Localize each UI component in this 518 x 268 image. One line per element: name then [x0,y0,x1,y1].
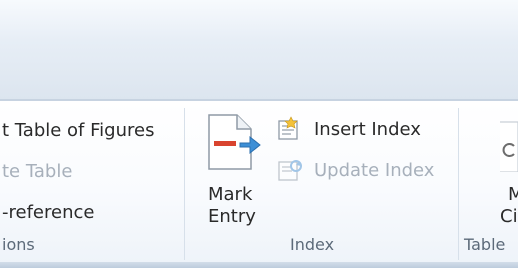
ribbon-bottom-border [0,262,518,268]
insert-index-icon [278,116,298,140]
insert-index-button[interactable]: Insert Index [276,116,456,144]
table-of-authorities-group-label: Table [464,235,506,254]
group-separator [458,108,459,260]
mark-citation-button[interactable]: M Ci [470,112,518,230]
mark-entry-label-line1: Mark [208,184,253,205]
ribbon-tab-area [0,0,518,100]
mark-entry-icon [208,114,261,170]
group-separator [184,108,185,260]
insert-table-of-figures-button[interactable]: t Table of Figures [2,120,154,142]
mark-citation-label-line1: M [508,184,518,205]
mark-citation-label-line2: Ci [500,206,518,227]
update-index-button[interactable]: Update Index [276,157,456,185]
captions-group-label: ions [2,235,35,254]
mark-citation-icon [500,121,518,172]
update-index-icon [278,160,302,181]
index-group-label: Index [290,235,335,254]
mark-entry-label-line2: Entry [208,206,256,227]
update-table-button[interactable]: te Table [2,161,72,183]
update-index-label: Update Index [314,160,435,181]
cross-reference-button[interactable]: -reference [2,202,94,224]
mark-entry-button[interactable]: Mark Entry [198,112,268,230]
insert-index-label: Insert Index [314,119,421,140]
